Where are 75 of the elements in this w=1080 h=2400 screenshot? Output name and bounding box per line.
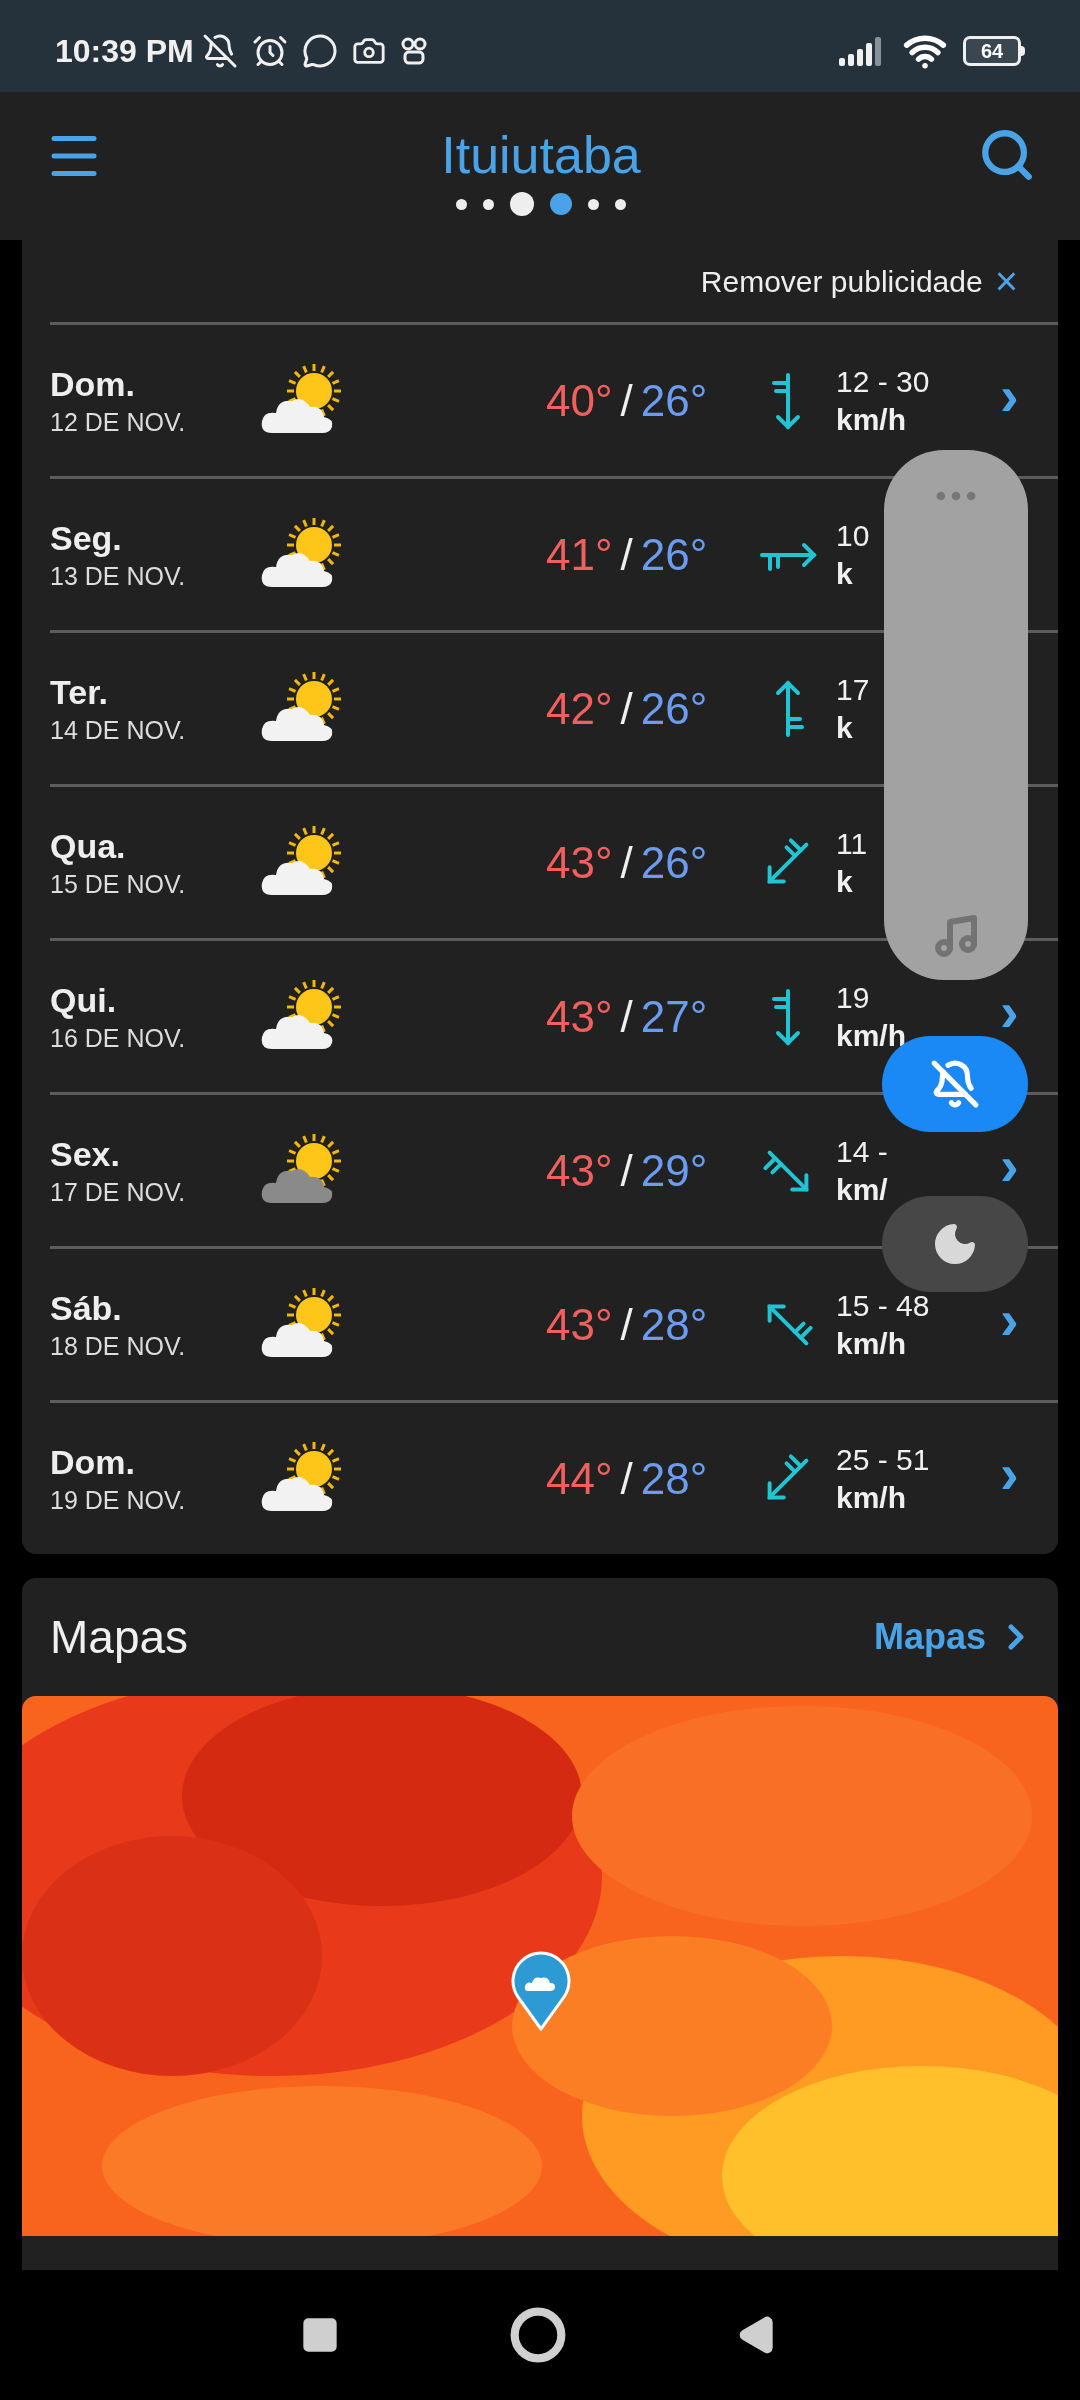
- temperature-separator: /: [620, 1298, 633, 1351]
- day-name: Dom.: [50, 1441, 136, 1483]
- chevron-button[interactable]: ›: [1000, 994, 1019, 1029]
- chat-icon: [301, 33, 338, 69]
- high-temperature: 44°: [546, 1452, 613, 1505]
- high-temperature: 43°: [546, 836, 613, 889]
- high-temperature: 40°: [546, 374, 613, 427]
- day-name: Qua.: [50, 825, 127, 867]
- wind-unit: km/h: [836, 1325, 907, 1362]
- wind-speed: 17: [836, 671, 870, 708]
- wind-speed: 19: [836, 979, 870, 1016]
- close-ads-button[interactable]: ×: [994, 261, 1018, 301]
- day-date: 17 DE NOV.: [50, 1176, 187, 1208]
- high-temperature: 42°: [546, 682, 613, 735]
- location-pin-icon[interactable]: [510, 1951, 572, 2031]
- high-temperature: 43°: [546, 1298, 613, 1351]
- wind-speed: 14 -: [836, 1133, 888, 1170]
- alarm-icon: [251, 33, 288, 69]
- day-name: Sáb.: [50, 1287, 123, 1329]
- chevron-button[interactable]: ›: [1000, 1148, 1019, 1183]
- day-name: Dom.: [50, 363, 136, 405]
- temperature-separator: /: [620, 1452, 633, 1505]
- low-temperature: 26°: [640, 836, 708, 889]
- wind-unit: k: [836, 555, 853, 592]
- day-name: Ter.: [50, 671, 109, 713]
- maps-heading: Mapas: [50, 1609, 189, 1665]
- wind-unit: km/h: [836, 401, 907, 438]
- day-name: Sex.: [50, 1133, 121, 1175]
- home-button[interactable]: [510, 2307, 566, 2363]
- day-date: 16 DE NOV.: [50, 1022, 187, 1054]
- chevron-button[interactable]: ›: [1000, 1456, 1019, 1491]
- recent-apps-button[interactable]: [300, 2315, 340, 2355]
- low-temperature: 26°: [640, 682, 708, 735]
- low-temperature: 27°: [640, 990, 708, 1043]
- wind-speed: 12 - 30: [836, 363, 930, 400]
- temperature-separator: /: [620, 682, 633, 735]
- high-temperature: 43°: [546, 990, 613, 1043]
- wind-speed: 11: [836, 825, 868, 862]
- day-date: 18 DE NOV.: [50, 1330, 187, 1362]
- day-date: 13 DE NOV.: [50, 560, 187, 592]
- low-temperature: 26°: [640, 374, 708, 427]
- low-temperature: 29°: [640, 1144, 708, 1197]
- low-temperature: 28°: [640, 1298, 708, 1351]
- remove-ads-link[interactable]: Remover publicidade: [700, 258, 983, 304]
- wind-unit: km/h: [836, 1017, 907, 1054]
- status-time: 10:39 PM: [55, 32, 194, 71]
- temperature-separator: /: [620, 374, 633, 427]
- wind-speed: 10: [836, 517, 870, 554]
- day-name: Seg.: [50, 517, 123, 559]
- wind-unit: k: [836, 863, 853, 900]
- low-temperature: 28°: [640, 1452, 708, 1505]
- day-name: Qui.: [50, 979, 118, 1021]
- app-icon: [399, 36, 428, 66]
- wind-unit: km/h: [836, 1479, 907, 1516]
- wind-speed: 25 - 51: [836, 1441, 930, 1478]
- city-title: Ituiutaba: [441, 125, 641, 186]
- bell-off-icon: [930, 1059, 980, 1109]
- wind-unit: k: [836, 709, 853, 746]
- chevron-button[interactable]: ›: [1000, 1302, 1019, 1337]
- day-date: 15 DE NOV.: [50, 868, 187, 900]
- temperature-separator: /: [620, 990, 633, 1043]
- day-date: 14 DE NOV.: [50, 714, 187, 746]
- high-temperature: 43°: [546, 1144, 613, 1197]
- high-temperature: 41°: [546, 528, 613, 581]
- temperature-separator: /: [620, 528, 633, 581]
- temperature-separator: /: [620, 836, 633, 889]
- maps-link[interactable]: Mapas: [873, 1610, 1036, 1664]
- day-date: 19 DE NOV.: [50, 1484, 187, 1516]
- wind-speed: 15 - 48: [836, 1287, 930, 1324]
- day-date: 12 DE NOV.: [50, 406, 187, 438]
- chevron-button[interactable]: ›: [1000, 378, 1019, 413]
- low-temperature: 26°: [640, 528, 708, 581]
- bell-off-icon: [201, 33, 238, 69]
- wind-unit: km/: [836, 1171, 888, 1208]
- temperature-separator: /: [620, 1144, 633, 1197]
